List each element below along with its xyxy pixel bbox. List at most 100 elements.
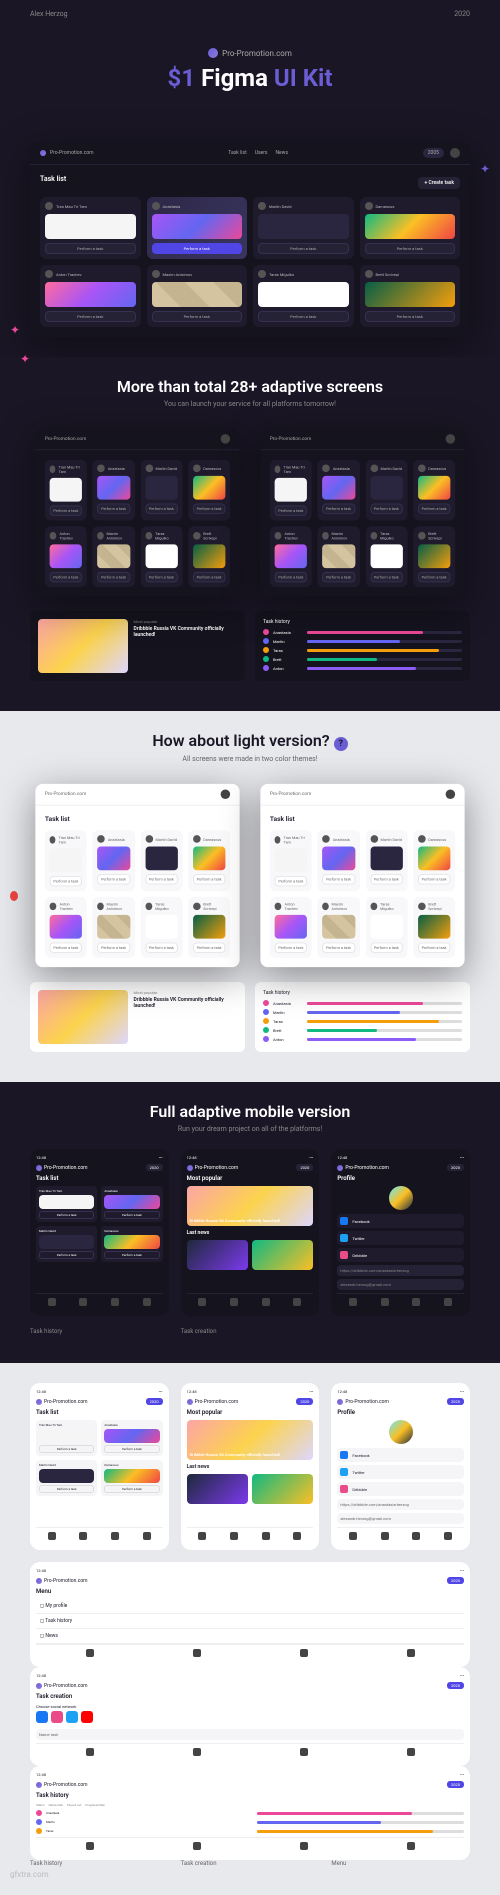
social-link[interactable]: Facebook (337, 1214, 464, 1228)
social-link[interactable]: Twitter (337, 1465, 464, 1479)
tab-icon[interactable] (293, 1298, 301, 1306)
news-card[interactable] (252, 1474, 313, 1504)
tab-icon[interactable] (300, 1649, 308, 1657)
tab-icon[interactable] (262, 1298, 270, 1306)
tab-icon[interactable] (86, 1748, 94, 1756)
task-card[interactable]: DamascusPerform a task (101, 1226, 162, 1262)
tab-icon[interactable] (143, 1298, 151, 1306)
task-card[interactable]: Taras MigulkoPerform a task (365, 526, 407, 587)
perform-task-button[interactable]: Perform a task (145, 942, 178, 952)
task-card[interactable]: Tran Mau Tri TamPerform a task (270, 460, 312, 521)
tab-icon[interactable] (86, 1842, 94, 1850)
task-card[interactable]: Brett ScrivepiPerform a task (413, 526, 455, 587)
tab-icon[interactable] (412, 1532, 420, 1540)
perform-task-button[interactable]: Perform a task (152, 311, 243, 322)
tab-icon[interactable] (407, 1842, 415, 1850)
nav-tasklist[interactable]: Task list (228, 150, 246, 156)
task-card[interactable]: Maxim AnisimovPerform a task (147, 265, 248, 327)
task-card[interactable]: Tran Mau Tri TamPerform a task (40, 197, 141, 259)
task-card[interactable]: Brett ScrivepiPerform a task (360, 265, 461, 327)
perform-task-button[interactable]: Perform a task (370, 572, 403, 582)
perform-task-button[interactable]: Perform a task (145, 572, 178, 582)
tab-icon[interactable] (143, 1532, 151, 1540)
perform-task-button[interactable]: Perform a task (193, 572, 226, 582)
tab-icon[interactable] (230, 1532, 238, 1540)
task-card[interactable]: Martin DavidPerform a task (36, 1460, 97, 1496)
credit-badge[interactable]: 2005 (423, 148, 444, 158)
task-card[interactable]: AnastasiaPerform a task (318, 460, 360, 521)
perform-task-button[interactable]: Perform a task (97, 572, 130, 582)
social-link[interactable]: Dribbble (337, 1482, 464, 1496)
task-card[interactable]: AnastasiaPerform a task (147, 197, 248, 259)
task-card[interactable]: Tran Mau Tri TamPerform a task (270, 830, 312, 891)
perform-task-button[interactable]: Perform a task (275, 942, 308, 952)
tab-icon[interactable] (193, 1748, 201, 1756)
perform-task-button[interactable]: Perform a task (45, 243, 136, 254)
tab-icon[interactable] (407, 1649, 415, 1657)
perform-task-button[interactable]: Perform a task (193, 942, 226, 952)
task-card[interactable]: Tran Mau Tri TamPerform a task (45, 460, 87, 521)
task-card[interactable]: Maxim AnisimovPerform a task (93, 526, 135, 587)
perform-task-button[interactable]: Perform a task (97, 942, 130, 952)
featured-news[interactable]: Dribbble Russia VK Community officially … (187, 1420, 314, 1460)
tab-icon[interactable] (79, 1298, 87, 1306)
task-card[interactable]: AnastasiaPerform a task (101, 1186, 162, 1222)
menu-item[interactable]: ◻ Task history (36, 1614, 464, 1629)
task-card[interactable]: Martin DavidPerform a task (36, 1226, 97, 1262)
perform-task-button[interactable]: Perform a task (322, 572, 355, 582)
menu-item[interactable]: ◻ News (36, 1629, 464, 1644)
perform-task-button[interactable]: Perform a task (50, 876, 83, 886)
task-card[interactable]: Tran Mau Tri TamPerform a task (45, 830, 87, 891)
perform-task-button[interactable]: Perform a task (370, 942, 403, 952)
task-card[interactable]: Anton TrachevPerform a task (40, 265, 141, 327)
task-card[interactable]: DamascusPerform a task (188, 830, 230, 891)
perform-task-button[interactable]: Perform a task (365, 243, 456, 254)
social-option[interactable] (81, 1711, 93, 1723)
menu-item[interactable]: ◻ My profile (36, 1599, 464, 1614)
perform-task-button[interactable]: Perform a task (322, 874, 355, 884)
tab-icon[interactable] (79, 1532, 87, 1540)
task-card[interactable]: Taras MigulkoPerform a task (365, 897, 407, 958)
perform-task-button[interactable]: Perform a task (275, 572, 308, 582)
task-card[interactable]: Taras MigulkoPerform a task (140, 526, 182, 587)
perform-task-button[interactable]: Perform a task (365, 311, 456, 322)
tab-icon[interactable] (349, 1532, 357, 1540)
task-card[interactable]: DamascusPerform a task (413, 460, 455, 521)
task-card[interactable]: Tran Mau Tri TamPerform a task (36, 1420, 97, 1456)
perform-task-button[interactable]: Perform a task (45, 311, 136, 322)
task-card[interactable]: Martin DavidPerform a task (140, 460, 182, 521)
tab-icon[interactable] (86, 1649, 94, 1657)
social-option[interactable] (66, 1711, 78, 1723)
task-card[interactable]: Anton TrachevPerform a task (270, 897, 312, 958)
tab-icon[interactable] (111, 1298, 119, 1306)
task-card[interactable]: AnastasiaPerform a task (93, 830, 135, 891)
task-card[interactable]: DamascusPerform a task (188, 460, 230, 521)
news-card[interactable] (252, 1240, 313, 1270)
task-card[interactable]: Brett ScrivepiPerform a task (188, 526, 230, 587)
task-card[interactable]: Martin DavidPerform a task (253, 197, 354, 259)
tab-icon[interactable] (381, 1298, 389, 1306)
task-card[interactable]: Taras MigulkoPerform a task (140, 897, 182, 958)
tab-icon[interactable] (48, 1298, 56, 1306)
perform-task-button[interactable]: Perform a task (275, 876, 308, 886)
tab-icon[interactable] (349, 1298, 357, 1306)
url-field[interactable]: https://dribbble.com/anastasia-herzog (337, 1499, 464, 1510)
task-card[interactable]: Brett ScrivepiPerform a task (188, 897, 230, 958)
task-card[interactable]: Brett ScrivepiPerform a task (413, 897, 455, 958)
perform-task-button[interactable]: Perform a task (193, 503, 226, 513)
social-option[interactable] (36, 1711, 48, 1723)
perform-task-button[interactable]: Perform a task (145, 503, 178, 513)
featured-news[interactable]: Dribbble Russia VK Community officially … (187, 1186, 314, 1226)
tab-icon[interactable] (444, 1298, 452, 1306)
task-card[interactable]: Anton TrachevPerform a task (45, 897, 87, 958)
task-card[interactable]: DamascusPerform a task (360, 197, 461, 259)
perform-task-button[interactable]: Perform a task (418, 874, 451, 884)
task-name-field[interactable]: Name task (36, 1729, 464, 1740)
task-card[interactable]: Tran Mau Tri TamPerform a task (36, 1186, 97, 1222)
nav-news[interactable]: News (275, 150, 288, 156)
task-card[interactable]: Maxim AnisimovPerform a task (93, 897, 135, 958)
tab-icon[interactable] (48, 1532, 56, 1540)
nav-users[interactable]: Users (255, 150, 268, 156)
perform-task-button[interactable]: Perform a task (50, 942, 83, 952)
perform-task-button[interactable]: Perform a task (418, 572, 451, 582)
